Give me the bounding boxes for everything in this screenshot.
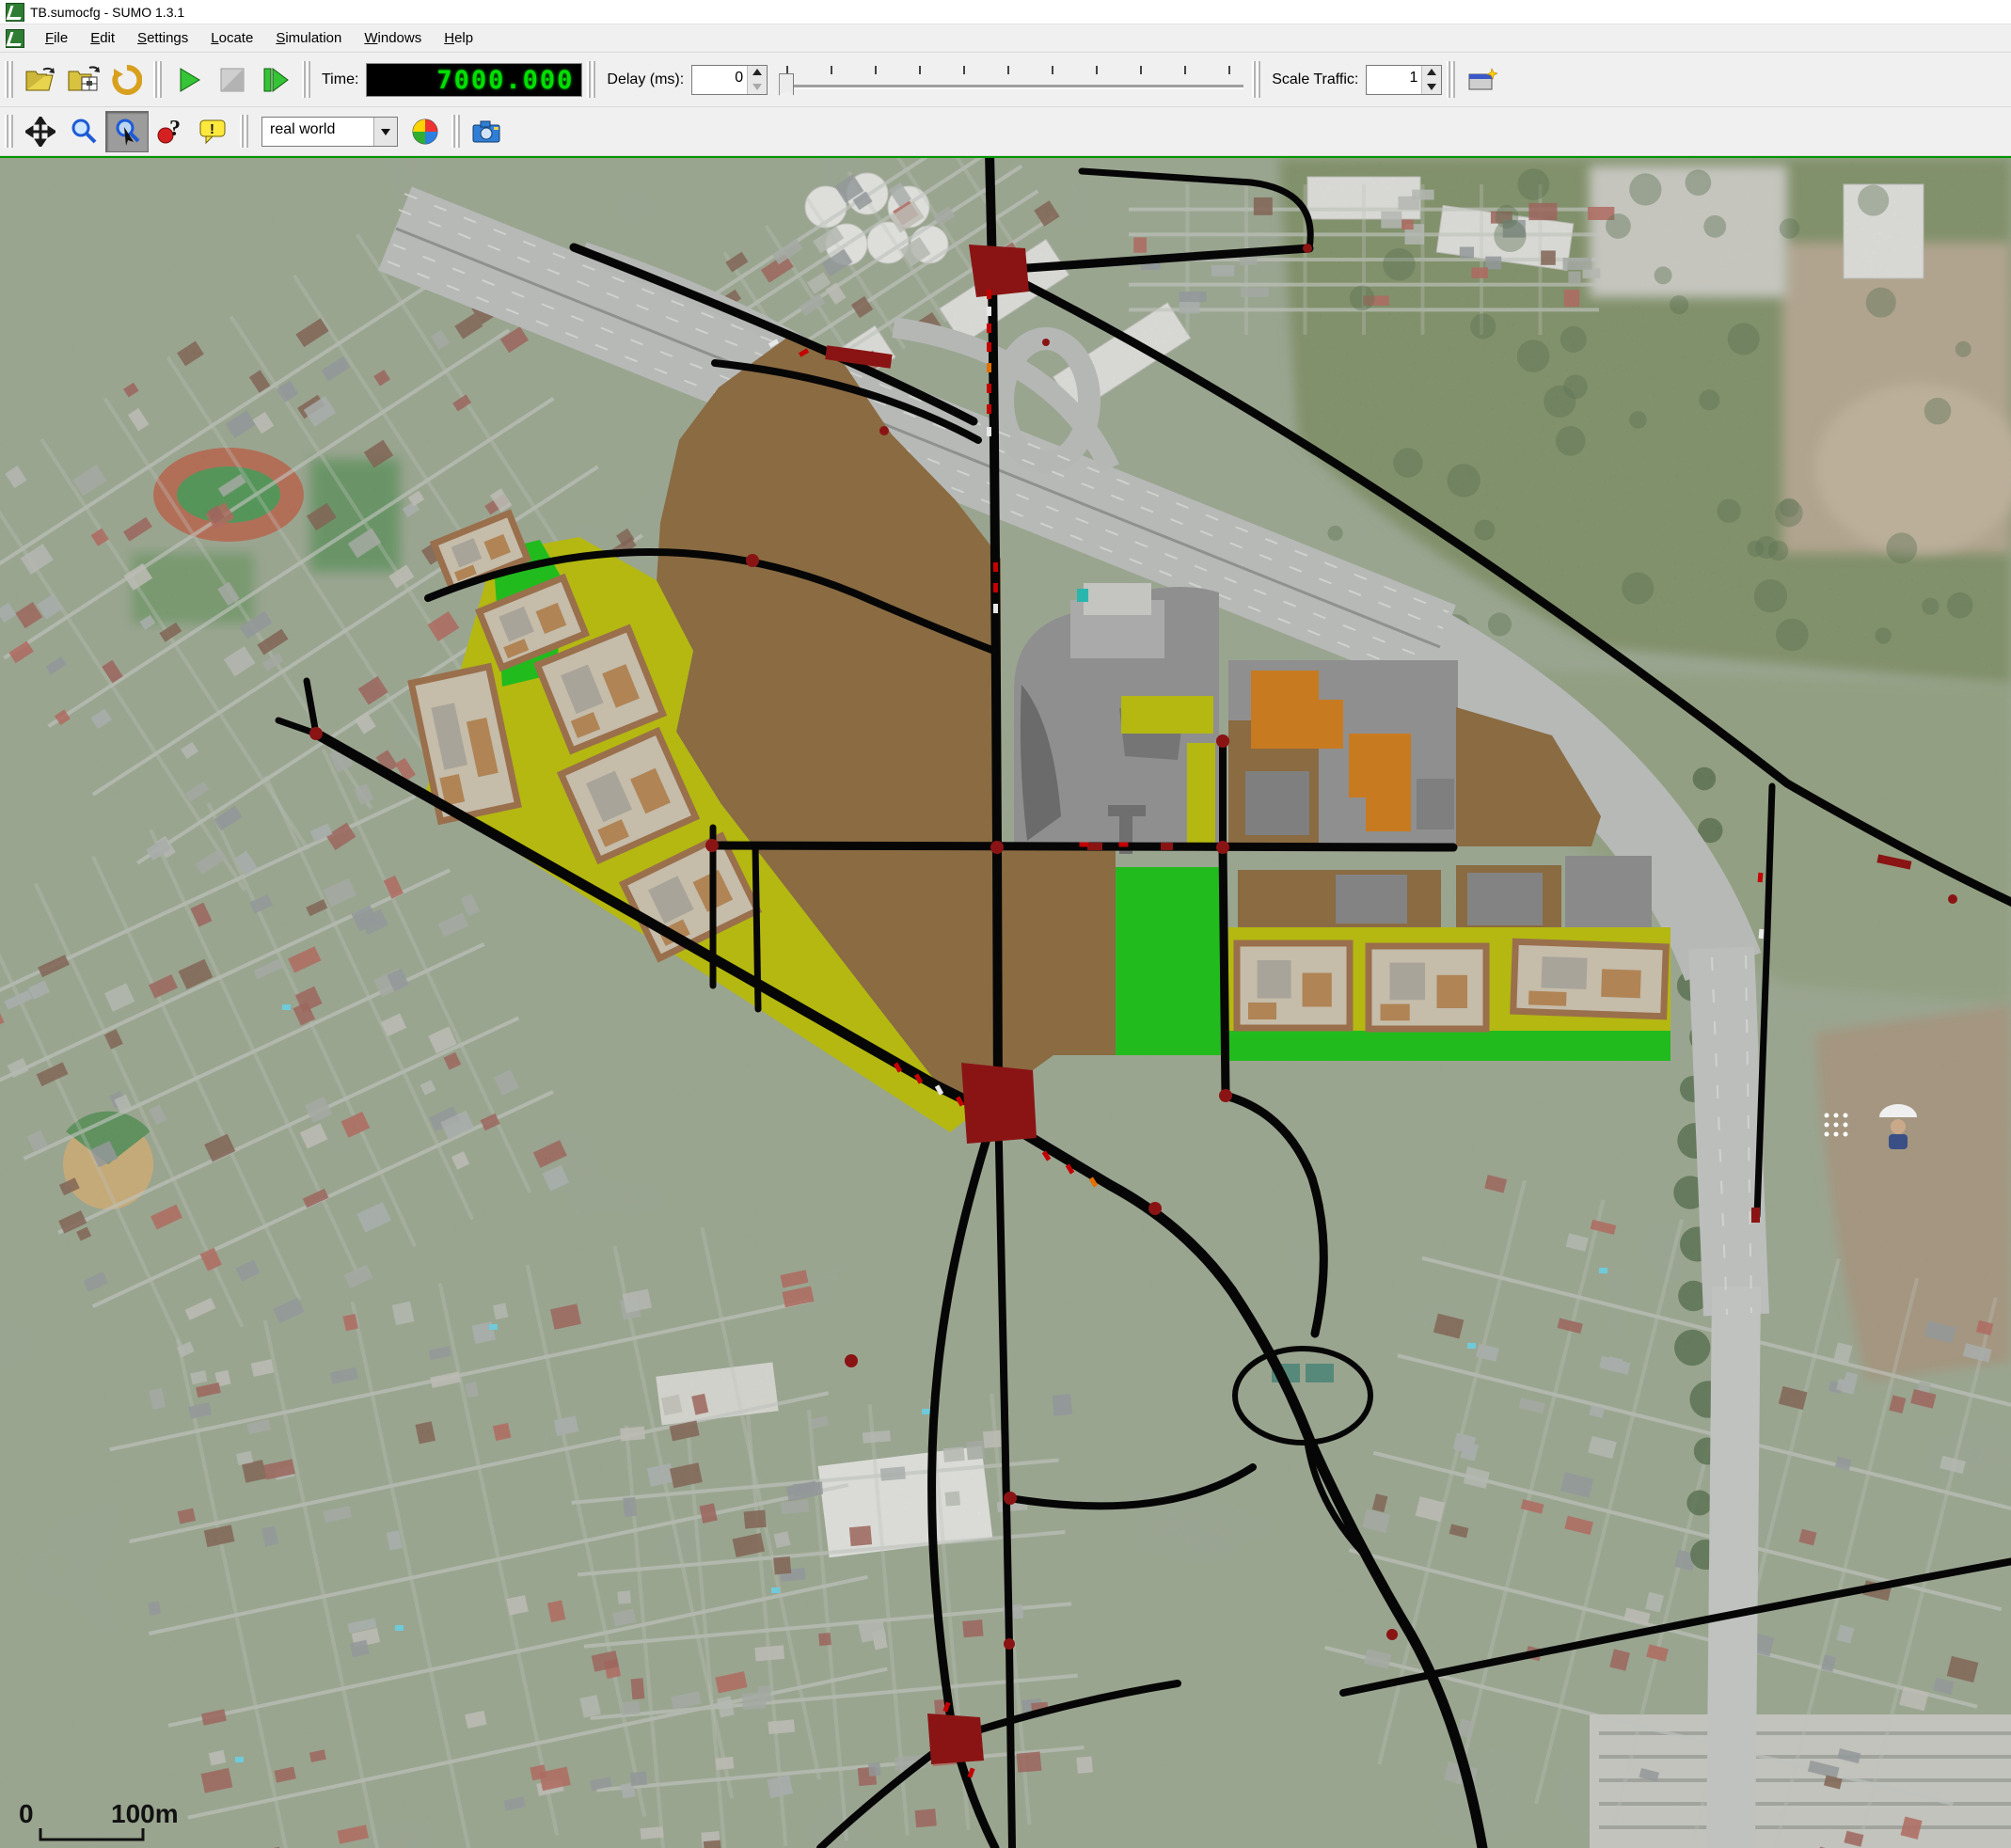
step-button[interactable] <box>254 59 297 101</box>
scale-traffic-label: Scale Traffic: <box>1272 71 1358 88</box>
open-network-button[interactable] <box>62 59 105 101</box>
window-title: TB.sumocfg - SUMO 1.3.1 <box>30 5 184 20</box>
coloring-scheme-value[interactable]: real world <box>262 118 373 146</box>
menu-items: FileEditSettingsLocateSimulationWindowsH… <box>34 27 484 49</box>
camera-snapshot-icon <box>471 118 503 145</box>
delay-spinner[interactable]: 0 <box>691 65 768 95</box>
junction-large <box>927 1714 984 1764</box>
svg-text:?: ? <box>169 118 181 141</box>
sumo-window: TB.sumocfg - SUMO 1.3.1 FileEditSettings… <box>0 0 2011 1848</box>
building-3d <box>1513 941 1666 1017</box>
app-settings-icon: ? <box>156 118 184 146</box>
scale-traffic-value[interactable]: 1 <box>1367 66 1421 94</box>
delay-label: Delay (ms): <box>607 71 684 88</box>
toolbar-grip[interactable] <box>587 61 596 99</box>
map-canvas[interactable]: 0 100m <box>0 156 2011 1848</box>
zoom-button[interactable] <box>62 111 105 152</box>
new-view-icon <box>1467 67 1497 93</box>
reload-icon <box>112 65 142 95</box>
scale-bar-length: 100m <box>111 1799 179 1828</box>
delay-value[interactable]: 0 <box>692 66 747 94</box>
slider-handle[interactable] <box>779 73 794 96</box>
polygon-green-field <box>1116 867 1221 1055</box>
building-3d <box>1369 946 1486 1029</box>
zoom-select-icon <box>113 118 141 146</box>
menu-item-file[interactable]: File <box>34 27 79 49</box>
chevron-down-icon[interactable] <box>373 118 397 146</box>
step-icon <box>261 66 291 94</box>
menu-item-locate[interactable]: Locate <box>199 27 264 49</box>
toolbar-grip[interactable] <box>153 61 163 99</box>
toolbar-grip[interactable] <box>302 61 311 99</box>
recenter-view-button[interactable] <box>19 111 62 152</box>
time-display: 7000.000 <box>366 63 582 97</box>
make-snapshot-button[interactable] <box>466 111 509 152</box>
menu-item-windows[interactable]: Windows <box>353 27 433 49</box>
sumo-logo-icon <box>6 3 24 22</box>
open-new-view-button[interactable] <box>1461 59 1504 101</box>
toolbar-grip[interactable] <box>1252 61 1261 99</box>
toolbar-grip[interactable] <box>5 115 14 149</box>
junction-large <box>969 245 1029 297</box>
menu-item-help[interactable]: Help <box>433 27 484 49</box>
app-settings-button[interactable]: ? <box>149 111 192 152</box>
map-view[interactable]: 0 100m <box>0 158 2011 1848</box>
locate-hint-button[interactable]: ! <box>192 111 235 152</box>
recenter-view-icon <box>25 117 55 147</box>
title-bar: TB.sumocfg - SUMO 1.3.1 <box>0 0 2011 24</box>
toolbar-grip[interactable] <box>451 115 461 149</box>
menu-bar: FileEditSettingsLocateSimulationWindowsH… <box>0 24 2011 53</box>
view-toolbar: ? ! real world <box>0 107 2011 156</box>
zoom-select-button[interactable] <box>105 111 149 152</box>
play-icon <box>175 66 203 94</box>
slider-ticks <box>786 66 1242 74</box>
building-3d <box>1237 943 1350 1028</box>
junction-large <box>961 1063 1037 1144</box>
toolbar-grip[interactable] <box>5 61 14 99</box>
simulation-toolbar: Time: 7000.000 Delay (ms): 0 Scale Traff… <box>0 53 2011 107</box>
color-wheel-icon <box>411 118 439 146</box>
open-network-icon <box>67 66 101 94</box>
scale-up-arrow[interactable] <box>1422 66 1441 80</box>
polygon-yellow-strip <box>1121 696 1213 734</box>
toolbar-grip[interactable] <box>240 115 249 149</box>
delay-slider[interactable] <box>777 64 1247 96</box>
locate-hint-icon: ! <box>198 118 229 146</box>
menu-item-settings[interactable]: Settings <box>126 27 199 49</box>
coloring-scheme-dropdown[interactable]: real world <box>261 117 398 147</box>
slider-groove <box>781 85 1243 89</box>
sumo-menu-icon <box>6 29 24 48</box>
svg-text:!: ! <box>210 121 214 137</box>
menu-item-edit[interactable]: Edit <box>79 27 126 49</box>
delay-down-arrow[interactable] <box>748 80 767 94</box>
edit-coloring-button[interactable] <box>404 111 447 152</box>
delay-up-arrow[interactable] <box>748 66 767 80</box>
open-config-button[interactable] <box>19 59 62 101</box>
open-config-icon <box>24 66 56 94</box>
pause-button[interactable] <box>211 59 254 101</box>
time-label: Time: <box>322 71 358 88</box>
menu-item-simulation[interactable]: Simulation <box>264 27 353 49</box>
play-button[interactable] <box>167 59 211 101</box>
toolbar-grip[interactable] <box>1447 61 1456 99</box>
scale-bar-zero: 0 <box>19 1799 34 1828</box>
pause-icon <box>219 67 245 93</box>
zoom-icon <box>70 118 98 146</box>
scale-traffic-spinner[interactable]: 1 <box>1366 65 1442 95</box>
reload-button[interactable] <box>105 59 149 101</box>
scale-down-arrow[interactable] <box>1422 80 1441 94</box>
